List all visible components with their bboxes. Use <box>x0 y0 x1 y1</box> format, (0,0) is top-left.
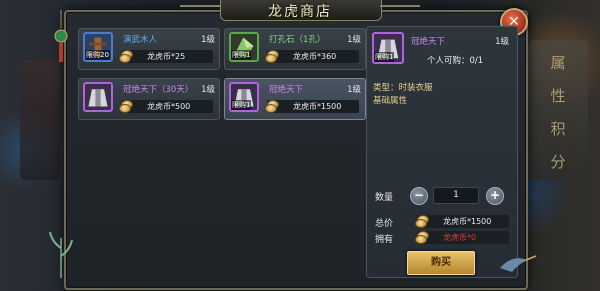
punch-stone-icon: 限购1 <box>229 32 259 62</box>
owned-label: 拥有 <box>375 235 394 245</box>
item-name: 冠绝天下（30天） <box>123 85 194 95</box>
quantity-label: 数量 <box>375 193 394 203</box>
item-level: 1级 <box>201 85 215 95</box>
title-ornament-right <box>380 5 420 15</box>
title-bar: 龙虎商店 <box>170 0 430 22</box>
buy-button[interactable]: 购买 <box>407 251 475 275</box>
outfit-icon: 限购1 <box>372 32 404 64</box>
item-type: 类型：时装衣服 <box>373 83 433 93</box>
price-box: 龙虎币*500 <box>118 98 213 115</box>
item-name: 打孔石（1孔） <box>269 35 326 45</box>
coin-icon <box>264 48 281 65</box>
quantity-decrease-button[interactable]: − <box>410 187 428 205</box>
purchase-limit-badge: 限购1 <box>231 50 252 60</box>
price-box: 龙虎币*25 <box>118 48 213 65</box>
background-side-panel-left <box>20 60 60 180</box>
shop-item[interactable]: 冠绝天下（30天） 1级 龙虎币*500 <box>78 78 220 120</box>
item-level: 1级 <box>347 35 361 45</box>
total-price-label: 总价 <box>375 219 394 229</box>
shop-item[interactable]: 限购1 打孔石（1孔） 1级 龙虎币*360 <box>224 28 366 70</box>
background-char: 积 <box>550 120 566 138</box>
item-price: 龙虎币*1500 <box>293 102 342 111</box>
personal-purchase-limit: 个人可购：0/1 <box>427 56 484 66</box>
purchase-limit-badge: 限购1 <box>374 52 395 62</box>
outfit-icon <box>83 82 113 112</box>
background-side-panel-right: 属 性 积 分 <box>528 40 588 180</box>
purchase-limit-badge: 限购1 <box>231 100 252 110</box>
item-level: 1级 <box>347 85 361 95</box>
shop-item[interactable]: 限购20 演武木人 1级 龙虎币*25 <box>78 28 220 70</box>
price-box: 龙虎币*1500 <box>264 98 359 115</box>
owned-currency-value: 龙虎币*0 <box>443 233 477 242</box>
item-price: 龙虎币*360 <box>293 52 337 61</box>
background-char: 分 <box>550 153 566 171</box>
item-price: 龙虎币*25 <box>147 52 186 61</box>
total-price-value: 龙虎币*1500 <box>443 217 492 226</box>
quantity-increase-button[interactable]: + <box>486 187 504 205</box>
base-attributes-label: 基础属性 <box>373 96 408 106</box>
coin-icon <box>414 229 431 246</box>
item-name: 冠绝天下 <box>269 85 304 95</box>
wooden-dummy-icon: 限购20 <box>83 32 113 62</box>
total-price-box: 龙虎币*1500 <box>414 213 509 230</box>
item-price: 龙虎币*500 <box>147 102 191 111</box>
coin-icon <box>264 98 281 115</box>
coin-icon <box>414 213 431 230</box>
lantern-ornament-icon <box>54 10 68 62</box>
item-detail-panel: 限购1 冠绝天下 1级 个人可购：0/1 类型：时装衣服 基础属性 数量 − 1… <box>366 26 518 278</box>
detail-item-level: 1级 <box>495 37 509 47</box>
background-char: 性 <box>550 87 566 105</box>
background-char: 属 <box>550 54 566 72</box>
outfit-icon: 限购1 <box>229 82 259 112</box>
purchase-limit-badge: 限购20 <box>85 50 110 60</box>
item-level: 1级 <box>201 35 215 45</box>
crane-ornament-icon <box>500 255 537 272</box>
price-box: 龙虎币*360 <box>264 48 359 65</box>
item-name: 演武木人 <box>123 35 158 45</box>
shop-item-selected[interactable]: 限购1 冠绝天下 1级 龙虎币*1500 <box>224 78 366 120</box>
coin-icon <box>118 48 135 65</box>
quantity-input[interactable]: 1 <box>433 187 479 204</box>
owned-box: 龙虎币*0 <box>414 229 509 246</box>
bamboo-ornament-icon <box>49 231 73 278</box>
detail-item-name: 冠绝天下 <box>411 37 446 47</box>
coin-icon <box>118 98 135 115</box>
